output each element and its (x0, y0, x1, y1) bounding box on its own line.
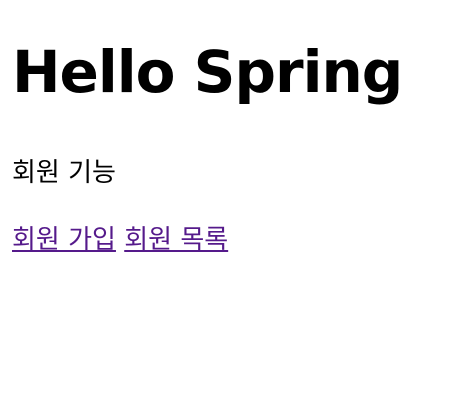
section-subtitle: 회원 기능 (12, 158, 116, 188)
member-join-link[interactable]: 회원 가입 (12, 225, 116, 255)
page-title: Hello Spring (12, 38, 403, 106)
page-container: Hello Spring 회원 기능 회원 가입 회원 목록 (0, 0, 460, 256)
member-links: 회원 가입 회원 목록 (12, 224, 448, 256)
member-list-link[interactable]: 회원 목록 (124, 225, 228, 255)
